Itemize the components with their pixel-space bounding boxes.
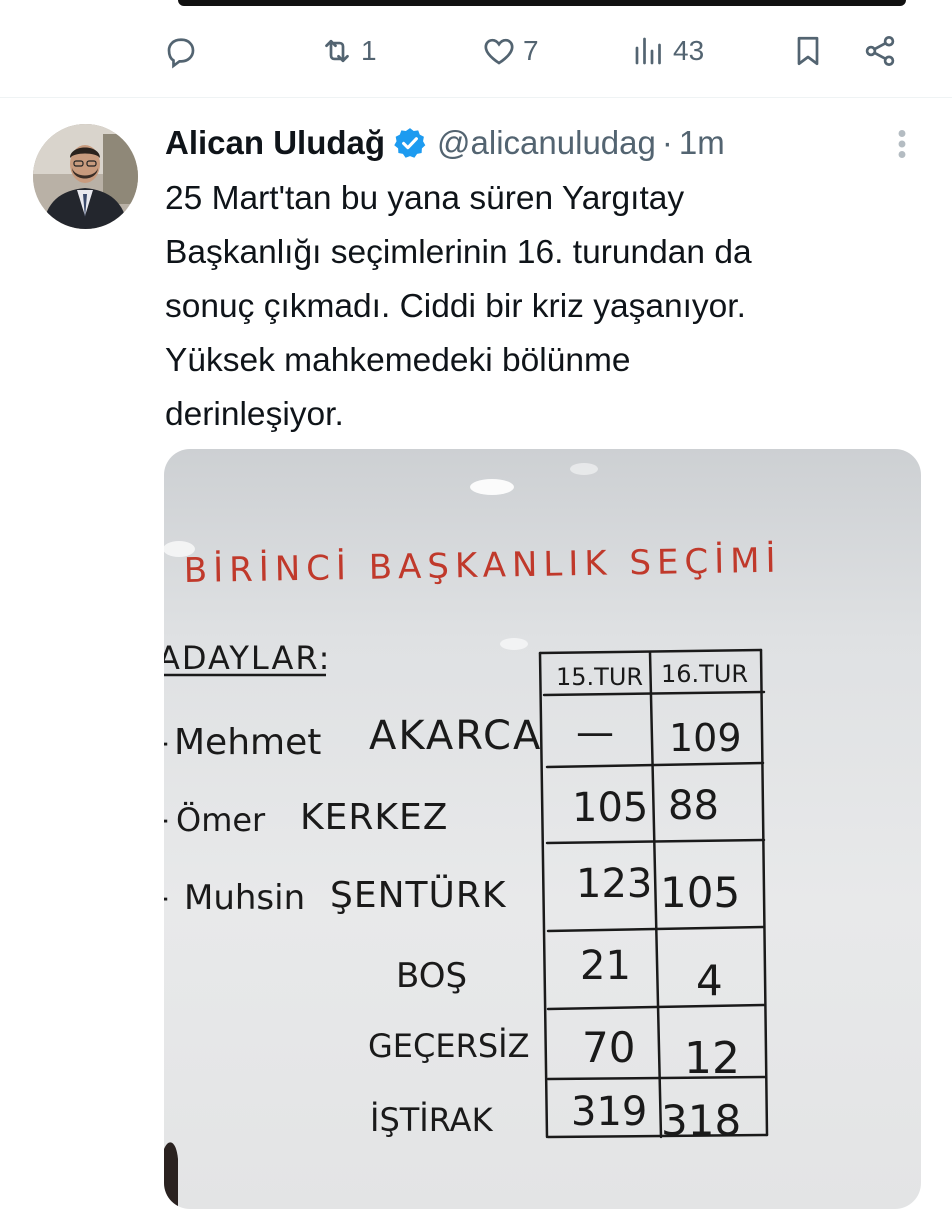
views-button[interactable]: 43: [631, 26, 704, 76]
header-separator: ·: [661, 124, 673, 161]
share-button[interactable]: [862, 26, 898, 76]
like-count: 7: [523, 35, 539, 66]
row-4-16-tur: 4: [696, 956, 723, 1005]
views-icon: [635, 37, 661, 65]
column-16-header: 16.TUR: [661, 660, 748, 688]
row-6-15-tur: 319: [571, 1089, 647, 1135]
retweet-icon: [325, 39, 349, 63]
bookmark-button[interactable]: [790, 26, 826, 76]
previous-tweet-action-bar: 1 7 43: [0, 26, 952, 76]
reply-button[interactable]: [163, 26, 199, 76]
row-5-16-tur: 12: [684, 1033, 740, 1084]
whiteboard-title: BİRİNCİ BAŞKANLIK SEÇİMİ: [183, 541, 781, 591]
tweet-text: 25 Mart'tan bu yana süren Yargıtay Başka…: [165, 180, 752, 433]
verified-badge-icon: [394, 128, 426, 158]
reply-icon: [167, 38, 195, 69]
row-2-15-tur: 105: [572, 785, 648, 831]
bookmark-icon: [797, 36, 819, 66]
row-2-prefix: -: [164, 799, 169, 840]
author-handle[interactable]: @alicanuludag: [437, 124, 656, 162]
row-2-16-tur: 88: [668, 783, 719, 829]
row-3-prefix: -: [164, 877, 169, 918]
heart-icon: [484, 38, 514, 65]
row-5-label: GEÇERSİZ: [368, 1027, 529, 1065]
row-4-15-tur: 21: [580, 943, 631, 989]
like-button[interactable]: 7: [481, 26, 539, 76]
row-1-16-tur: 109: [669, 716, 742, 760]
row-5-15-tur: 70: [582, 1023, 635, 1072]
row-4-label: BOŞ: [396, 956, 467, 996]
row-1-last-name: AKARCA: [369, 713, 542, 759]
row-6-label: İŞTİRAK: [370, 1101, 494, 1139]
tweet-divider: [0, 97, 952, 98]
row-6-16-tur: 318: [661, 1096, 741, 1145]
row-3-16-tur: 105: [660, 868, 740, 917]
avatar[interactable]: [33, 124, 138, 229]
candidates-label: ADAYLAR:: [164, 639, 331, 677]
tweet-header: Alican Uludağ @alicanuludag · 1m: [165, 118, 725, 168]
column-15-header: 15.TUR: [556, 663, 643, 691]
row-2-last-name: KERKEZ: [300, 797, 448, 838]
whiteboard-photo: BİRİNCİ BAŞKANLIK SEÇİMİ ADAYLAR: 15.TUR…: [164, 463, 782, 1209]
retweet-count: 1: [361, 35, 377, 66]
tweet-timestamp[interactable]: 1m: [679, 124, 725, 162]
row-3-15-tur: 123: [576, 861, 652, 907]
share-icon: [865, 36, 895, 66]
tweet-photo[interactable]: BİRİNCİ BAŞKANLIK SEÇİMİ ADAYLAR: 15.TUR…: [164, 449, 921, 1209]
row-3-first-name: Muhsin: [184, 878, 305, 918]
row-1-15-tur: —: [576, 710, 614, 754]
author-name[interactable]: Alican Uludağ: [165, 124, 385, 162]
views-count: 43: [673, 35, 705, 66]
row-1-prefix: -: [164, 722, 169, 763]
row-3-last-name: ŞENTÜRK: [330, 874, 507, 916]
previous-tweet-media-edge: [178, 0, 906, 6]
row-2-first-name: Ömer: [176, 801, 266, 839]
retweet-button[interactable]: 1: [319, 26, 377, 76]
more-icon[interactable]: [884, 126, 920, 162]
row-1-first-name: Mehmet: [174, 722, 321, 763]
avatar-photo: [33, 124, 138, 229]
